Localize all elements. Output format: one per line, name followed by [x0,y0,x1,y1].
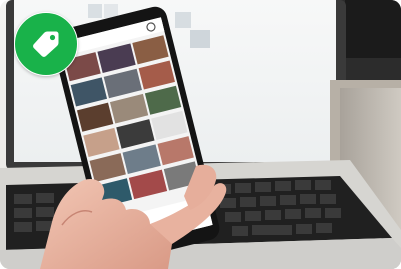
post-card[interactable] [0,0,401,269]
tag-icon [33,31,59,57]
tag-icon-badge [14,12,78,76]
